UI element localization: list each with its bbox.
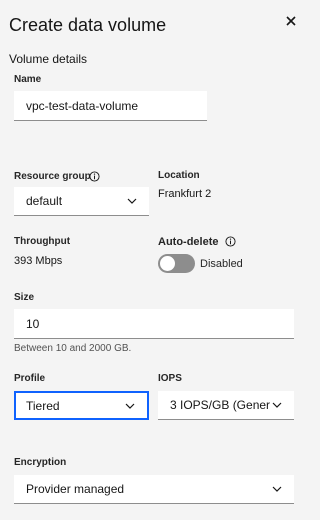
encryption-label: Encryption <box>14 457 67 468</box>
auto-delete-state: Disabled <box>200 258 243 270</box>
iops-value: 3 IOPS/GB (Gener <box>170 398 271 412</box>
throughput-value: 393 Mbps <box>14 255 63 267</box>
location-value: Frankfurt 2 <box>158 188 212 200</box>
iops-label: IOPS <box>158 373 182 384</box>
profile-label: Profile <box>14 373 46 384</box>
name-label: Name <box>14 74 42 85</box>
panel-title: Create data volume <box>9 15 167 35</box>
iops-select[interactable]: 3 IOPS/GB (Gener <box>158 391 294 420</box>
profile-select[interactable]: Tiered <box>14 391 149 420</box>
close-icon[interactable] <box>284 14 298 28</box>
toggle-knob <box>160 256 175 271</box>
profile-value: Tiered <box>26 398 60 413</box>
chevron-down-icon <box>127 198 137 204</box>
create-volume-panel: Create data volume Volume details Name v… <box>0 0 308 520</box>
size-label: Size <box>14 292 35 303</box>
chevron-down-icon <box>272 402 282 408</box>
encryption-select[interactable]: Provider managed <box>14 475 294 504</box>
resource-group-value: default <box>26 194 63 208</box>
size-input[interactable]: 10 <box>14 309 294 339</box>
auto-delete-label: Auto-delete <box>158 236 219 248</box>
name-input[interactable]: vpc-test-data-volume <box>14 91 207 121</box>
resource-group-select[interactable]: default <box>14 187 149 216</box>
info-icon[interactable] <box>225 236 236 247</box>
chevron-down-icon <box>272 486 282 492</box>
resource-group-label: Resource group <box>14 171 91 182</box>
chevron-down-icon <box>125 403 135 409</box>
size-helper-text: Between 10 and 2000 GB. <box>14 343 132 354</box>
info-icon[interactable] <box>89 171 100 182</box>
location-label: Location <box>158 170 200 181</box>
section-title: Volume details <box>9 52 88 66</box>
encryption-value: Provider managed <box>26 482 125 496</box>
auto-delete-toggle[interactable] <box>158 254 195 273</box>
throughput-label: Throughput <box>14 236 71 247</box>
